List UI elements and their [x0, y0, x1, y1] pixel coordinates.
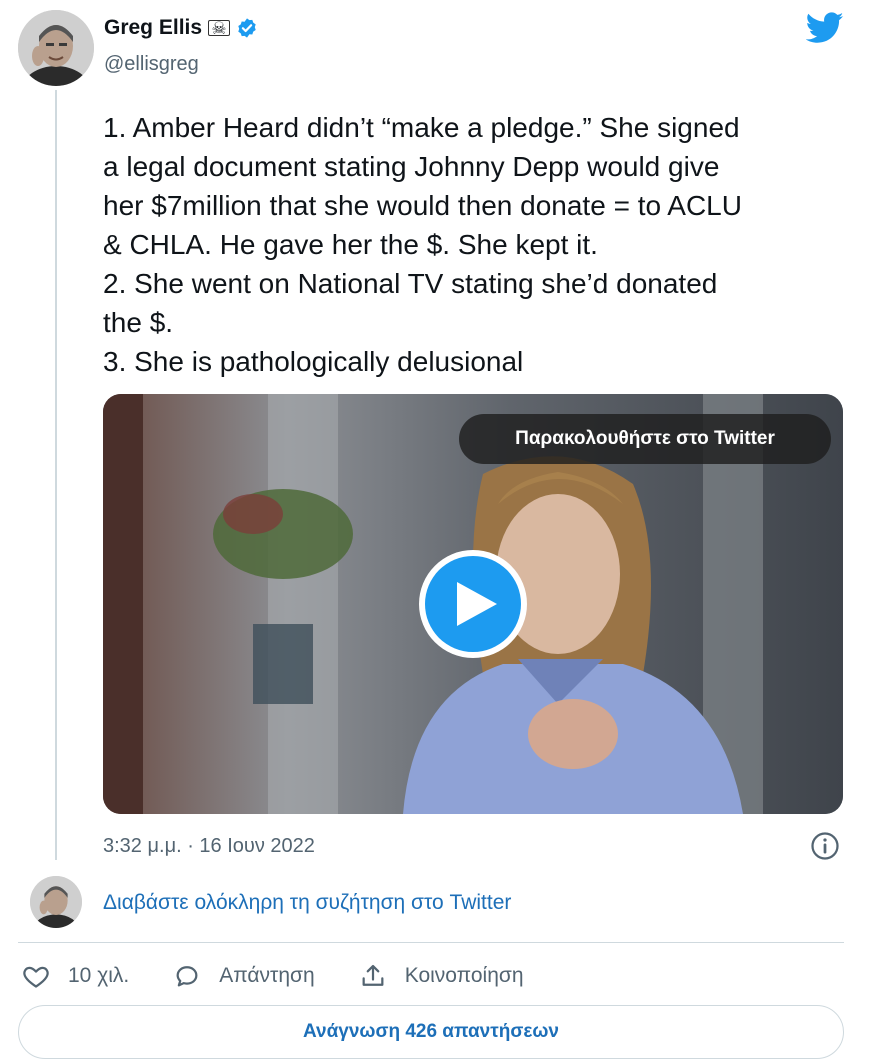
verified-badge-icon: [238, 18, 256, 38]
watch-on-twitter-button[interactable]: Παρακολουθήστε στο Twitter: [459, 414, 831, 464]
info-icon[interactable]: [810, 831, 840, 861]
tweet-line: her $7million that she would then donate…: [103, 190, 742, 221]
video-player[interactable]: Παρακολουθήστε στο Twitter: [103, 394, 843, 814]
tweet-line: 3. She is pathologically delusional: [103, 346, 524, 377]
heart-icon: [23, 966, 49, 988]
thread-line: [55, 90, 57, 860]
play-icon: [457, 582, 497, 626]
share-button[interactable]: Κοινοποίηση: [359, 962, 524, 990]
embedded-tweet: Greg Ellis ☠ @ellisgreg 1. Amber Heard d…: [0, 0, 880, 1063]
author-avatar[interactable]: [18, 10, 94, 86]
divider: [18, 942, 844, 943]
author-header: Greg Ellis ☠: [104, 16, 258, 40]
twitter-bird-icon[interactable]: [806, 12, 844, 44]
reply-label: Απάντηση: [219, 964, 315, 987]
reply-avatar: [30, 876, 82, 928]
author-name[interactable]: Greg Ellis: [104, 16, 202, 40]
tweet-line: the $.: [103, 307, 174, 338]
tweet-timestamp[interactable]: 3:32 μ.μ. · 16 Ιουν 2022: [103, 835, 315, 858]
read-conversation-link[interactable]: Διαβάστε ολόκληρη τη συζήτηση στο Twitte…: [103, 891, 511, 915]
tweet-line: 2. She went on National TV stating she’d…: [103, 268, 718, 299]
author-handle[interactable]: @ellisgreg: [104, 53, 199, 76]
share-label: Κοινοποίηση: [404, 964, 524, 987]
tweet-line: a legal document stating Johnny Depp wou…: [103, 151, 720, 182]
tweet-line: & CHLA. He gave her the $. She kept it.: [103, 229, 598, 260]
reply-icon: [176, 966, 198, 987]
like-count: 10 χιλ.: [68, 964, 130, 987]
tweet-line: 1. Amber Heard didn’t “make a pledge.” S…: [103, 112, 740, 143]
tweet-text: 1. Amber Heard didn’t “make a pledge.” S…: [103, 108, 853, 381]
play-button[interactable]: [419, 550, 527, 658]
read-replies-button[interactable]: Ανάγνωση 426 απαντήσεων: [18, 1005, 844, 1059]
like-button[interactable]: 10 χιλ.: [22, 962, 129, 990]
action-bar: 10 χιλ. Απάντηση Κοινοποίηση: [22, 960, 568, 992]
share-icon: [362, 964, 384, 986]
pirate-flag-icon: ☠: [208, 20, 231, 37]
reply-button[interactable]: Απάντηση: [173, 962, 315, 990]
